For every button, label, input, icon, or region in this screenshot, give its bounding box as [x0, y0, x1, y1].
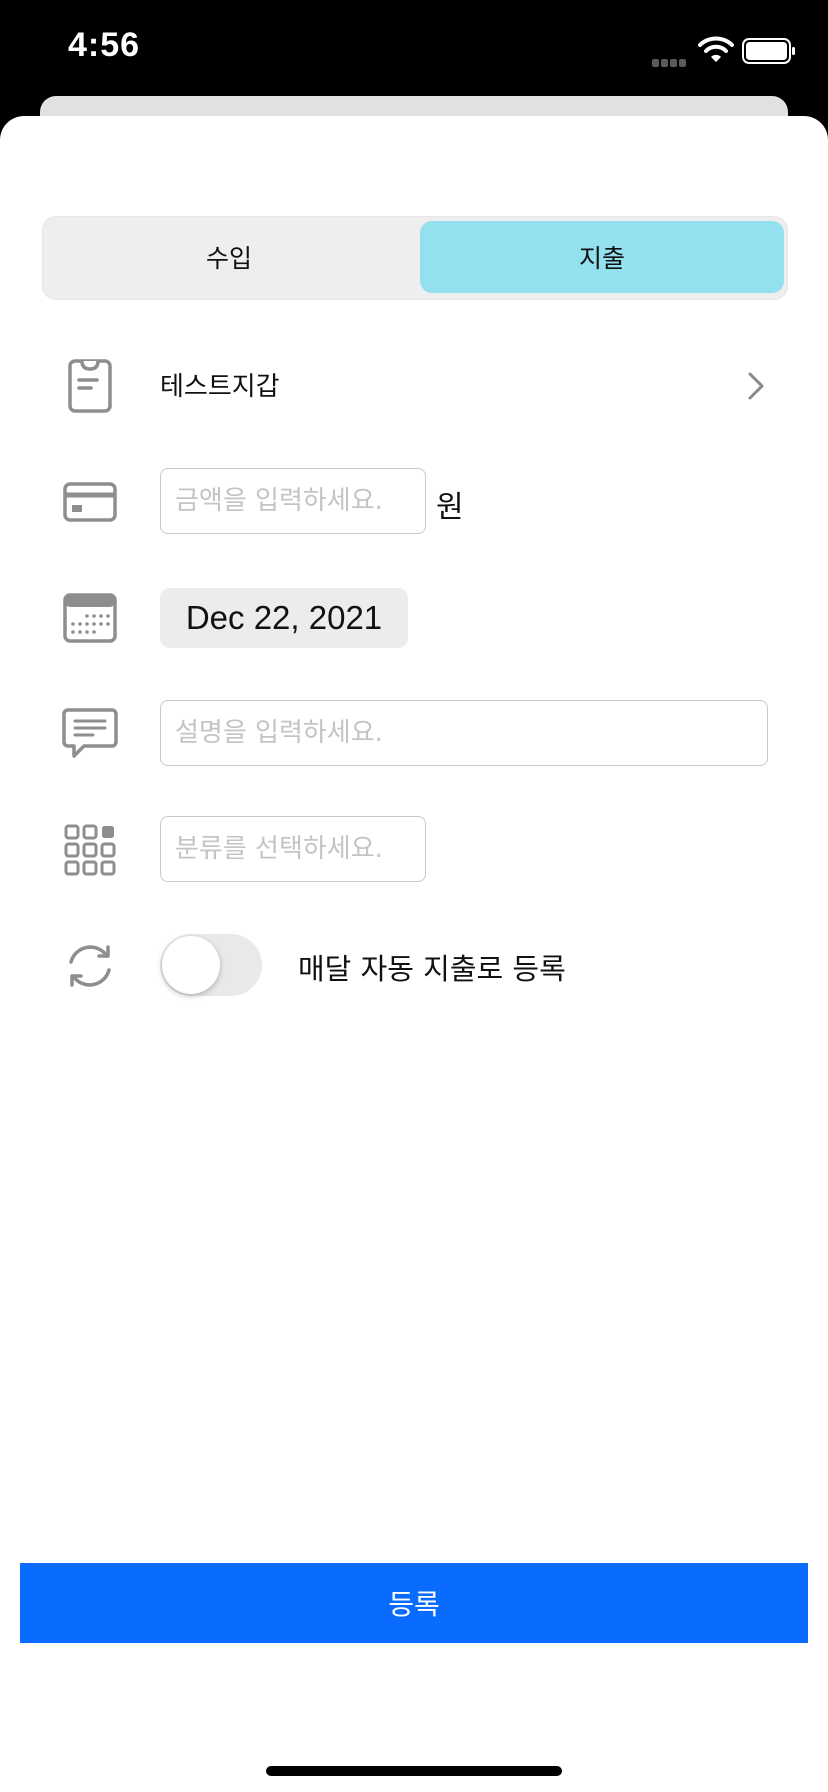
status-time: 4:56 [68, 26, 141, 64]
description-input[interactable] [160, 700, 768, 766]
chevron-right-icon[interactable] [744, 370, 768, 402]
cellular-signal-icon [652, 52, 690, 67]
wallet-icon [68, 359, 112, 413]
amount-input[interactable] [160, 468, 426, 534]
wifi-icon [698, 36, 734, 62]
home-indicator [266, 1766, 562, 1776]
battery-icon [742, 38, 795, 64]
segment-income[interactable]: 수입 [47, 221, 411, 293]
status-bar: 4:56 [0, 0, 828, 96]
segment-expense[interactable]: 지출 [420, 221, 784, 293]
income-expense-segmented-control: 수입 지출 [42, 216, 788, 300]
wallet-name[interactable]: 테스트지갑 [160, 366, 280, 403]
date-picker-button[interactable]: Dec 22, 2021 [160, 588, 408, 648]
category-input[interactable] [160, 816, 426, 882]
currency-unit: 원 [436, 490, 464, 525]
calendar-icon [63, 593, 117, 643]
category-grid-icon [64, 824, 116, 876]
recurring-label: 매달 자동 지출로 등록 [298, 952, 566, 986]
recurring-toggle[interactable] [160, 934, 262, 996]
submit-button[interactable]: 등록 [20, 1563, 808, 1643]
repeat-icon [69, 945, 111, 987]
toggle-knob [162, 936, 220, 994]
comment-icon [62, 708, 118, 758]
credit-card-icon [63, 482, 117, 522]
